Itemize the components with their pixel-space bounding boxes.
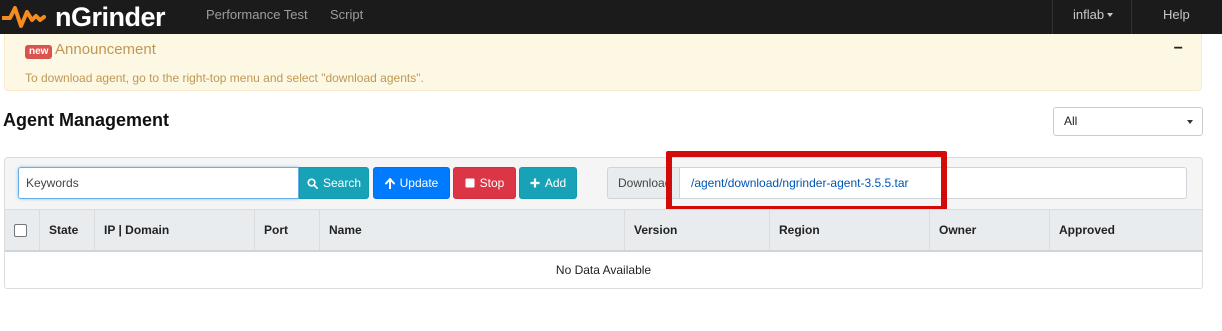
column-header-name[interactable]: Name (319, 210, 362, 250)
brand-logo[interactable]: nGrinder (2, 0, 166, 34)
collapse-toggle[interactable]: − (1174, 40, 1183, 58)
search-button-label: Search (322, 176, 362, 190)
nav-performance-test[interactable]: Performance Test (206, 0, 308, 34)
update-button[interactable]: Update (373, 167, 450, 199)
pulse-logo-icon (2, 6, 46, 28)
empty-table-message: No Data Available (555, 263, 652, 277)
add-button[interactable]: Add (519, 167, 577, 199)
column-header-approved[interactable]: Approved (1049, 210, 1115, 250)
stop-button[interactable]: Stop (453, 167, 516, 199)
select-all-checkbox[interactable] (14, 224, 27, 237)
agent-table: State IP | Domain Port Name Version Regi… (4, 209, 1203, 289)
download-label: Download (607, 167, 679, 199)
nav-help[interactable]: Help (1163, 0, 1190, 34)
download-link[interactable]: /agent/download/ngrinder-agent-3.5.5.tar (679, 167, 1187, 199)
chevron-down-icon (1187, 120, 1193, 124)
page-title: Agent Management (3, 110, 170, 130)
arrow-up-icon (384, 177, 395, 189)
stop-button-label: Stop (479, 176, 505, 190)
column-header-port[interactable]: Port (254, 210, 288, 250)
update-button-label: Update (399, 176, 439, 190)
region-select-value: All (1064, 114, 1078, 128)
search-button[interactable]: Search (299, 167, 369, 199)
brand-name: nGrinder (55, 2, 166, 32)
table-header: State IP | Domain Port Name Version Regi… (5, 210, 1202, 252)
user-menu[interactable]: inflab (1073, 0, 1114, 34)
announcement-title[interactable]: Announcement (55, 41, 156, 58)
top-navbar: nGrinder Performance Test Script inflab … (0, 0, 1222, 34)
user-menu-label: inflab (1073, 7, 1105, 22)
chevron-down-icon (1107, 13, 1114, 17)
announcement-text: To download agent, go to the right-top m… (25, 71, 424, 85)
column-header-region[interactable]: Region (769, 210, 820, 250)
add-button-label: Add (544, 176, 567, 190)
column-header-version[interactable]: Version (624, 210, 677, 250)
stop-icon (465, 178, 475, 188)
new-badge: new (25, 45, 53, 59)
column-header-ip-domain[interactable]: IP | Domain (94, 210, 169, 250)
column-header-state[interactable]: State (39, 210, 78, 250)
announcement-panel: new Announcement − To download agent, go… (4, 34, 1202, 91)
search-icon (307, 177, 318, 189)
column-header-owner[interactable]: Owner (929, 210, 976, 250)
search-input[interactable] (18, 167, 299, 199)
nav-script[interactable]: Script (330, 0, 363, 34)
plus-icon (530, 178, 540, 188)
nav-divider (1131, 0, 1132, 34)
region-select[interactable]: All (1053, 107, 1203, 136)
nav-divider (1052, 0, 1053, 34)
